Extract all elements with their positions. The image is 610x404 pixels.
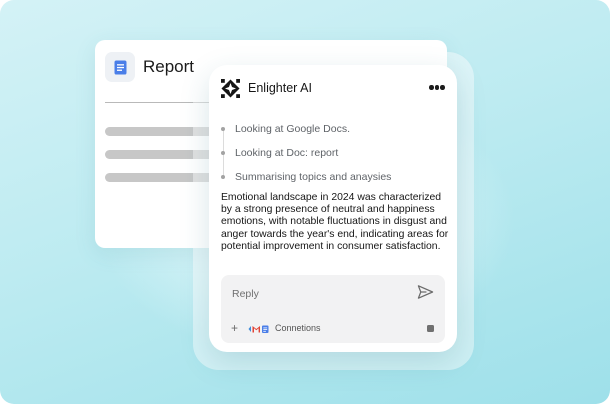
- assistant-panel: Enlighter AI Looking at Google Docs. Loo…: [209, 65, 457, 352]
- document-title: Report: [143, 57, 195, 76]
- send-icon[interactable]: [417, 284, 434, 300]
- enlighter-logo-icon: [221, 79, 240, 98]
- connections-label[interactable]: Connetions: [275, 323, 321, 333]
- composer-footer: + Connetions: [221, 321, 445, 336]
- assistant-header: Enlighter AI: [221, 79, 445, 99]
- reply-composer[interactable]: Reply + Connetions: [221, 275, 445, 343]
- doc-icon: [105, 52, 135, 82]
- assistant-summary: Emotional landscape in 2024 was characte…: [221, 192, 449, 252]
- assistant-name: Enlighter AI: [248, 81, 312, 95]
- step-dot-icon: [221, 127, 225, 131]
- gmail-icon: [252, 326, 260, 333]
- plus-icon[interactable]: +: [231, 321, 238, 335]
- stop-icon[interactable]: [427, 325, 434, 332]
- step-dot-icon: [221, 151, 225, 155]
- connections-icons[interactable]: [248, 324, 272, 334]
- background-canvas: Report Enlighter AI Looking at Google Do…: [0, 0, 610, 404]
- more-options-icon[interactable]: [429, 85, 445, 91]
- step-dot-icon: [221, 175, 225, 179]
- reply-input[interactable]: Reply: [232, 288, 259, 300]
- docs-icon: [262, 325, 269, 333]
